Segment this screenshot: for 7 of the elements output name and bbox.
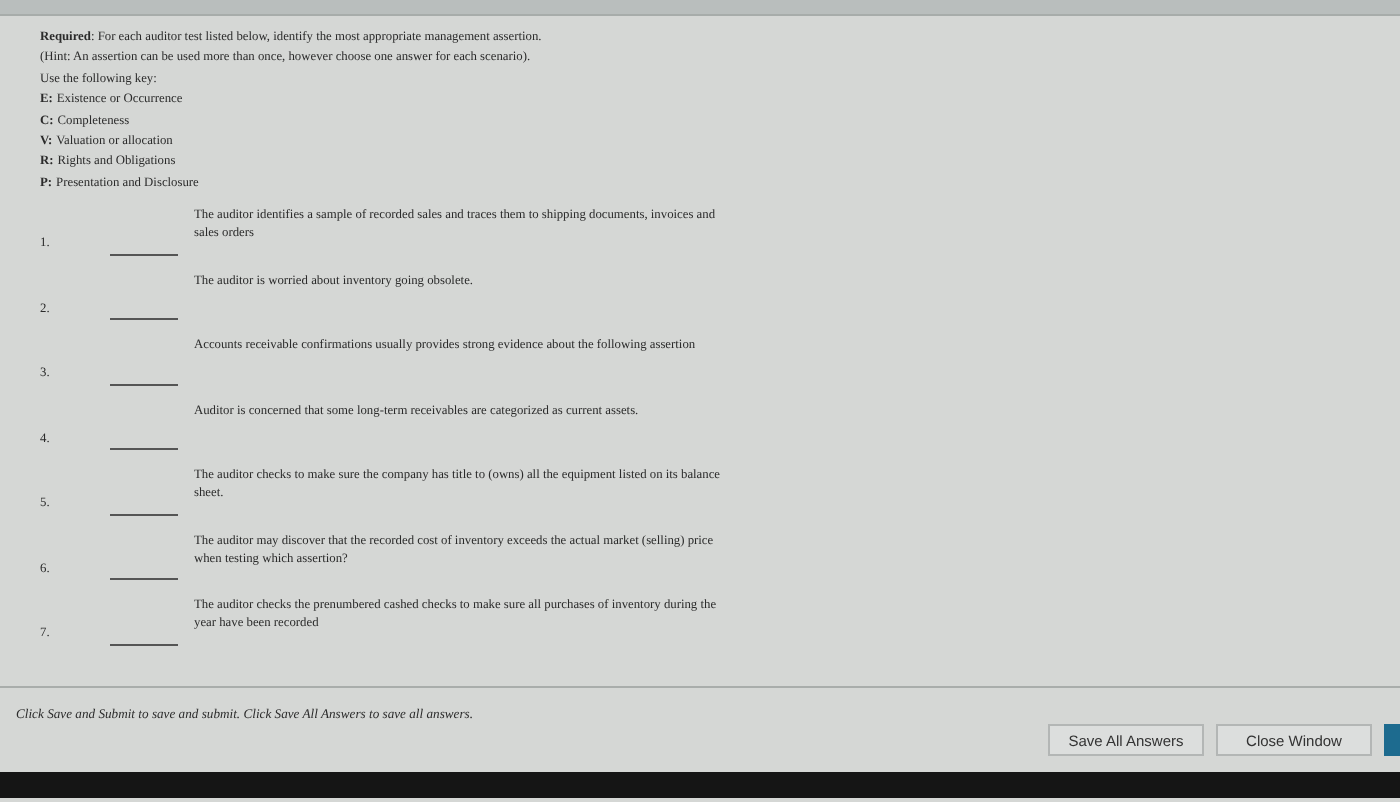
answer-blank[interactable]	[110, 444, 178, 451]
answer-blank[interactable]	[110, 509, 178, 516]
answer-blank[interactable]	[110, 574, 178, 581]
answer-blank[interactable]	[110, 314, 178, 321]
answer-blank[interactable]	[110, 249, 178, 256]
answer-blank[interactable]	[110, 379, 178, 386]
answer-blank[interactable]	[110, 639, 178, 646]
